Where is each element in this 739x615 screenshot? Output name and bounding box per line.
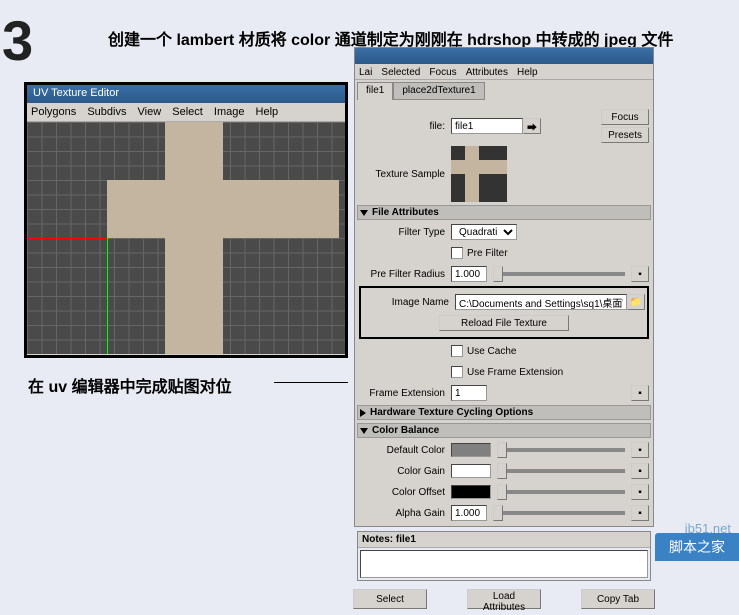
triangle-right-icon <box>360 409 366 417</box>
triangle-down-icon <box>360 210 368 216</box>
color-gain-swatch[interactable] <box>451 464 491 478</box>
tab-file1[interactable]: file1 <box>357 82 393 100</box>
color-gain-slider[interactable] <box>497 469 625 473</box>
section-color-balance[interactable]: Color Balance <box>357 423 651 438</box>
pre-filter-radius-slider[interactable] <box>493 272 625 276</box>
alpha-gain-slider[interactable] <box>493 511 625 515</box>
menu-image[interactable]: Image <box>214 106 245 118</box>
use-cache-checkbox[interactable] <box>451 345 463 357</box>
menu-select[interactable]: Select <box>172 106 203 118</box>
alpha-gain-input[interactable] <box>451 505 487 521</box>
menu-subdivs[interactable]: Subdivs <box>87 106 126 118</box>
load-attributes-button[interactable]: Load Attributes <box>467 589 541 609</box>
menu-polygons[interactable]: Polygons <box>31 106 76 118</box>
step-number: 3 <box>2 8 33 73</box>
section-hw-cycling[interactable]: Hardware Texture Cycling Options <box>357 405 651 420</box>
attr-content: file: ⮕ Focus Presets Texture Sample Fil… <box>355 102 653 529</box>
menu-attributes[interactable]: Attributes <box>466 67 508 78</box>
alpha-gain-label: Alpha Gain <box>359 508 451 519</box>
filter-type-label: Filter Type <box>359 227 451 238</box>
frame-ext-label: Frame Extension <box>359 388 451 399</box>
pre-filter-radius-input[interactable] <box>451 266 487 282</box>
use-frame-ext-label: Use Frame Extension <box>467 367 563 378</box>
notes-panel: Notes: file1 <box>357 531 651 581</box>
texture-cross-h <box>107 180 339 238</box>
presets-button[interactable]: Presets <box>601 127 649 143</box>
use-frame-ext-checkbox[interactable] <box>451 366 463 378</box>
axis-y <box>107 238 108 354</box>
image-name-label: Image Name <box>363 297 455 308</box>
browse-icon[interactable]: 📁 <box>627 294 645 310</box>
color-offset-swatch[interactable] <box>451 485 491 499</box>
connect-icon-3[interactable]: ▪ <box>631 442 649 458</box>
select-button[interactable]: Select <box>353 589 427 609</box>
filter-type-select[interactable]: Quadratic <box>451 224 517 240</box>
texture-cross-v <box>165 122 223 354</box>
attr-editor-titlebar <box>355 48 653 64</box>
connect-icon-2[interactable]: ▪ <box>631 385 649 401</box>
menu-view[interactable]: View <box>138 106 162 118</box>
color-gain-label: Color Gain <box>359 466 451 477</box>
file-label: file: <box>359 121 451 132</box>
connect-icon-5[interactable]: ▪ <box>631 484 649 500</box>
focus-button[interactable]: Focus <box>601 109 649 125</box>
tab-place2dtexture1[interactable]: place2dTexture1 <box>393 82 484 100</box>
connect-icon-6[interactable]: ▪ <box>631 505 649 521</box>
notes-textarea[interactable] <box>360 550 648 578</box>
bottom-button-bar: Select Load Attributes Copy Tab <box>355 583 653 615</box>
watermark-tag: 脚本之家 <box>655 533 739 561</box>
texture-sample-swatch <box>451 146 507 202</box>
connect-icon-4[interactable]: ▪ <box>631 463 649 479</box>
uv-editor-menubar: Polygons Subdivs View Select Image Help <box>27 103 345 122</box>
pre-filter-label: Pre Filter <box>467 248 508 259</box>
goto-button[interactable]: ⮕ <box>523 118 541 134</box>
color-offset-label: Color Offset <box>359 487 451 498</box>
default-color-label: Default Color <box>359 445 451 456</box>
notes-label: Notes: file1 <box>358 532 650 548</box>
reload-file-texture-button[interactable]: Reload File Texture <box>439 315 569 331</box>
uv-canvas[interactable] <box>27 122 345 354</box>
frame-ext-input[interactable] <box>451 385 487 401</box>
annotation-left: 在 uv 编辑器中完成贴图对位 <box>28 373 232 397</box>
triangle-down-icon-2 <box>360 428 368 434</box>
pre-filter-checkbox[interactable] <box>451 247 463 259</box>
texture-sample-label: Texture Sample <box>359 169 451 180</box>
menu-help[interactable]: Help <box>256 106 279 118</box>
menu-lai[interactable]: Lai <box>359 67 372 78</box>
menu-help2[interactable]: Help <box>517 67 538 78</box>
menu-focus[interactable]: Focus <box>429 67 456 78</box>
pointer-line-left <box>274 382 348 383</box>
menu-selected[interactable]: Selected <box>381 67 420 78</box>
file-input[interactable] <box>451 118 523 134</box>
uv-editor-window: UV Texture Editor Polygons Subdivs View … <box>24 82 348 358</box>
default-color-swatch[interactable] <box>451 443 491 457</box>
watermark: jb51.net 脚本之家 <box>609 521 739 561</box>
image-name-highlight: Image Name 📁 Reload File Texture <box>359 286 649 339</box>
use-cache-label: Use Cache <box>467 346 516 357</box>
image-name-input[interactable] <box>455 294 627 310</box>
section-file-attributes[interactable]: File Attributes <box>357 205 651 220</box>
copy-tab-button[interactable]: Copy Tab <box>581 589 655 609</box>
axis-x <box>27 238 107 239</box>
tab-bar: file1 place2dTexture1 <box>357 82 651 100</box>
attribute-editor-window: Lai Selected Focus Attributes Help file1… <box>354 47 654 527</box>
uv-editor-title: UV Texture Editor <box>27 85 345 103</box>
color-offset-slider[interactable] <box>497 490 625 494</box>
attr-editor-menubar: Lai Selected Focus Attributes Help <box>355 64 653 80</box>
connect-icon[interactable]: ▪ <box>631 266 649 282</box>
default-color-slider[interactable] <box>497 448 625 452</box>
pre-filter-radius-label: Pre Filter Radius <box>359 269 451 280</box>
